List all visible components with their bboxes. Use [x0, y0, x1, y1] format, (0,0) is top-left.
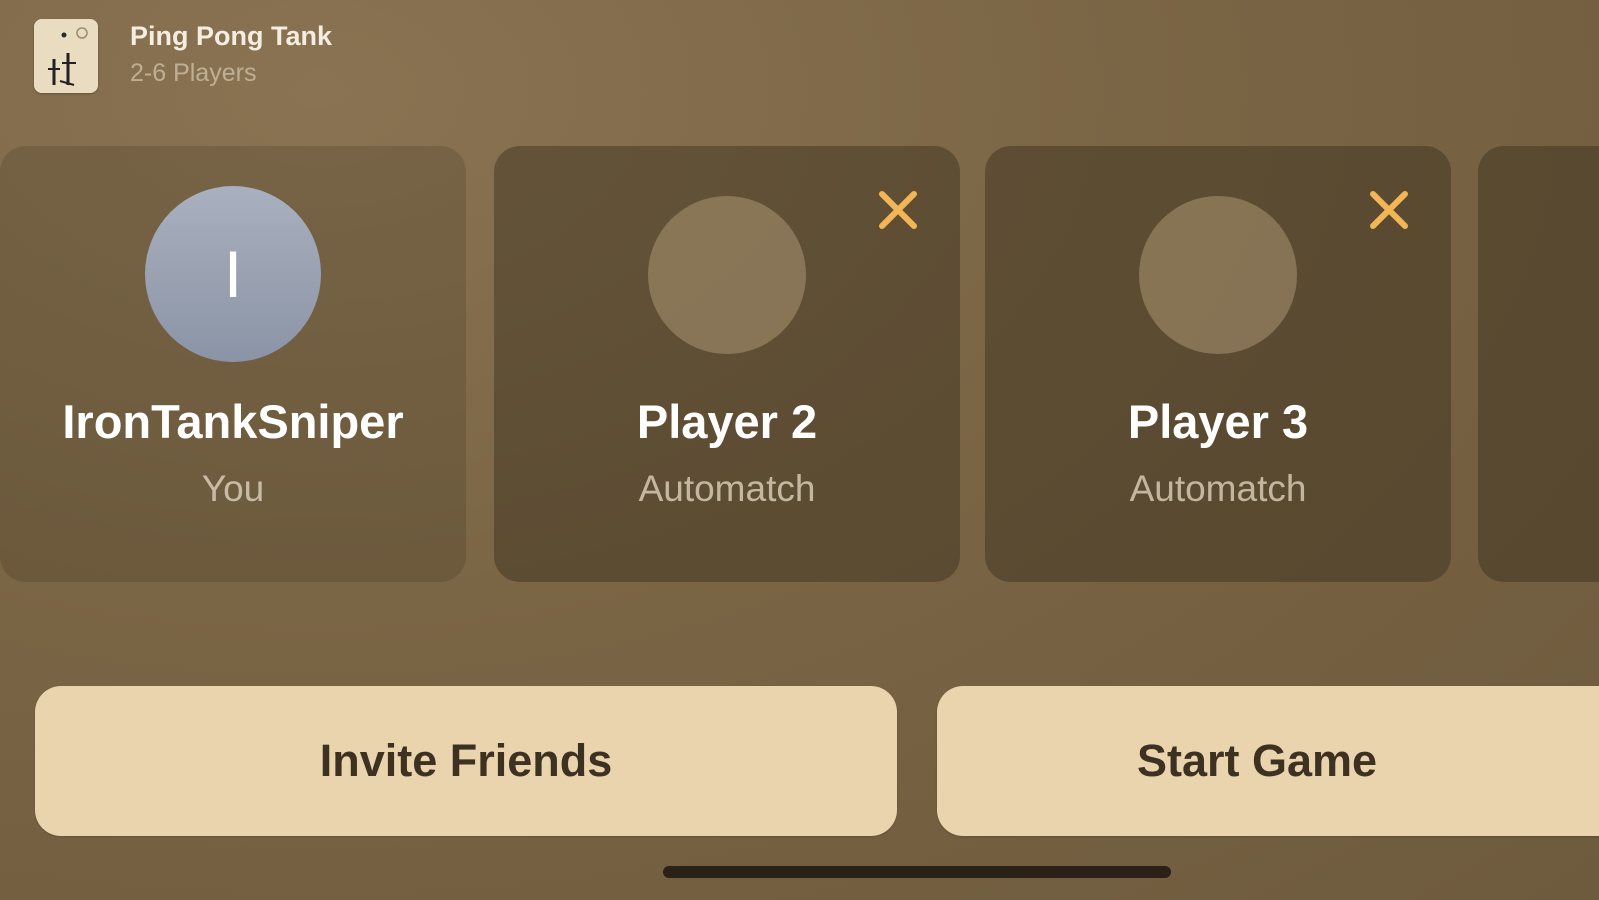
avatar: I	[145, 186, 321, 362]
player-role: Automatch	[1129, 468, 1307, 509]
game-header: Ping Pong Tank 2-6 Players	[34, 18, 332, 94]
avatar-placeholder	[1139, 196, 1297, 354]
player-role: You	[201, 468, 265, 509]
player-name: Player 3	[1127, 395, 1309, 448]
home-indicator[interactable]	[663, 866, 1171, 878]
game-title: Ping Pong Tank	[130, 21, 332, 51]
invite-friends-button[interactable]: Invite Friends	[35, 686, 897, 836]
avatar-initial: I	[223, 237, 243, 311]
close-icon	[1370, 191, 1408, 229]
player-name: Player 2	[636, 395, 818, 448]
game-app-icon	[34, 19, 98, 93]
remove-player-button[interactable]	[876, 188, 920, 232]
player-card-2: Player 2 Automatch	[494, 146, 960, 582]
player-card-local: I IronTankSniper You	[0, 146, 466, 582]
player-count: 2-6 Players	[130, 59, 257, 87]
game-info: Ping Pong Tank 2-6 Players	[130, 19, 332, 93]
start-game-button[interactable]: Start Game	[937, 686, 1599, 836]
player-card-3: Player 3 Automatch	[985, 146, 1451, 582]
game-lobby-screen: Ping Pong Tank 2-6 Players I IronTankSni…	[0, 0, 1599, 900]
player-name: IronTankSniper	[62, 395, 404, 448]
player-role: Automatch	[638, 468, 816, 509]
remove-player-button[interactable]	[1367, 188, 1411, 232]
close-icon	[879, 191, 917, 229]
avatar-placeholder	[648, 196, 806, 354]
player-card-next[interactable]	[1478, 146, 1599, 582]
